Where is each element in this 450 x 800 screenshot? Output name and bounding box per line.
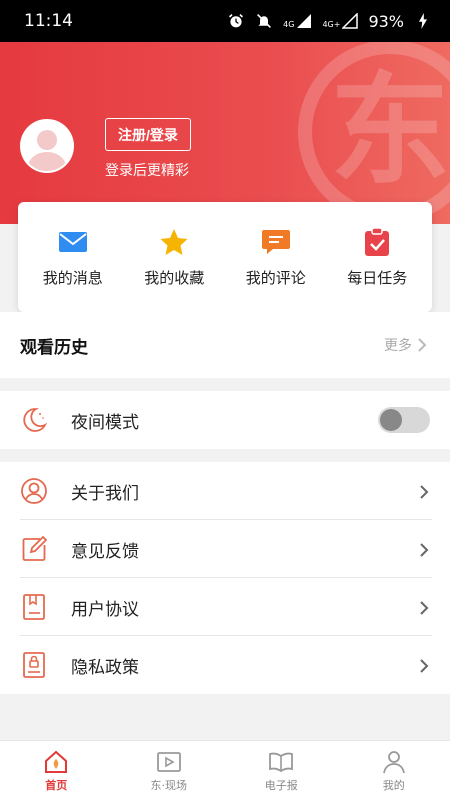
nav-home[interactable]: 首页	[11, 749, 101, 793]
quick-label-daily-tasks: 每日任务	[347, 268, 408, 287]
book-icon	[268, 749, 294, 775]
login-hint: 登录后更精彩	[105, 163, 189, 179]
lock-document-icon	[20, 651, 48, 679]
night-mode-toggle[interactable]	[378, 407, 430, 433]
nav-label-mine: 我的	[382, 778, 405, 792]
watch-history-row: 观看历史 更多	[0, 312, 450, 378]
moon-icon	[20, 406, 48, 434]
menu-item-feedback[interactable]: 意见反馈	[0, 520, 450, 578]
user-circle-icon	[20, 477, 48, 505]
chevron-right-icon	[418, 600, 430, 615]
avatar-placeholder-icon	[27, 130, 67, 171]
quick-label-messages: 我的消息	[42, 268, 103, 287]
signal-4g-plus: 4G+	[322, 13, 359, 29]
nav-live[interactable]: 东·现场	[124, 749, 214, 793]
quick-label-favorites: 我的收藏	[144, 268, 205, 287]
chevron-right-icon	[418, 542, 430, 557]
menu-label-feedback: 意见反馈	[71, 541, 139, 562]
home-icon	[43, 749, 69, 775]
alarm-icon	[227, 13, 245, 29]
person-icon	[381, 749, 407, 775]
nav-label-home: 首页	[45, 778, 68, 792]
comment-icon	[261, 227, 291, 257]
menu-label-user-agreement: 用户协议	[71, 599, 139, 620]
quick-item-daily-tasks[interactable]: 每日任务	[332, 226, 422, 288]
menu-item-about-us[interactable]: 关于我们	[0, 462, 450, 520]
charging-icon	[414, 13, 432, 29]
mail-icon	[58, 227, 88, 257]
nav-label-epaper: 电子报	[264, 778, 298, 792]
menu-item-privacy-policy[interactable]: 隐私政策	[0, 636, 450, 694]
quick-label-comments: 我的评论	[245, 268, 306, 287]
more-link[interactable]: 更多	[384, 335, 428, 355]
toggle-knob	[380, 409, 402, 431]
menu-item-user-agreement[interactable]: 用户协议	[0, 578, 450, 636]
video-icon	[156, 749, 182, 775]
quick-item-comments[interactable]: 我的评论	[231, 227, 321, 288]
brand-watermark-icon: 东	[298, 42, 450, 224]
status-time: 11:14	[24, 11, 73, 31]
chevron-right-icon	[416, 338, 428, 352]
nav-label-live: 东·现场	[150, 778, 188, 792]
status-icons: 4G 4G+ 93%	[227, 12, 432, 31]
quick-actions-card: 我的消息 我的收藏 我的评论 每日任务	[18, 202, 432, 312]
watch-history-title-text: 观看历史	[20, 337, 88, 358]
register-login-button[interactable]: 注册/登录	[105, 118, 191, 151]
signal-4g: 4G	[283, 13, 312, 29]
menu-label-about-us: 关于我们	[71, 483, 139, 504]
chevron-right-icon	[418, 658, 430, 673]
battery-text: 93%	[368, 11, 404, 31]
nav-mine[interactable]: 我的	[349, 749, 439, 793]
status-bar: 11:14 4G 4G+ 93%	[0, 0, 450, 42]
watch-history-title: 观看历史	[20, 333, 92, 360]
profile-header: 东 注册/登录 登录后更精彩	[0, 42, 450, 224]
quick-item-messages[interactable]: 我的消息	[28, 227, 118, 288]
watermark-char: 东	[330, 62, 450, 201]
avatar[interactable]	[20, 119, 74, 173]
edit-icon	[20, 535, 48, 563]
mute-icon	[255, 13, 273, 29]
task-icon	[362, 226, 392, 257]
star-icon	[159, 227, 189, 257]
more-label: 更多	[384, 338, 412, 354]
document-icon	[20, 593, 48, 621]
menu-label-privacy-policy: 隐私政策	[71, 657, 139, 678]
quick-item-favorites[interactable]: 我的收藏	[129, 227, 219, 288]
nav-epaper[interactable]: 电子报	[236, 749, 326, 793]
chevron-right-icon	[418, 484, 430, 499]
settings-menu: 关于我们 意见反馈 用户协议 隐私政策	[0, 462, 450, 694]
night-mode-label: 夜间模式	[71, 412, 139, 433]
bottom-nav: 首页 东·现场 电子报 我的	[0, 740, 450, 800]
night-mode-row: 夜间模式	[0, 391, 450, 449]
